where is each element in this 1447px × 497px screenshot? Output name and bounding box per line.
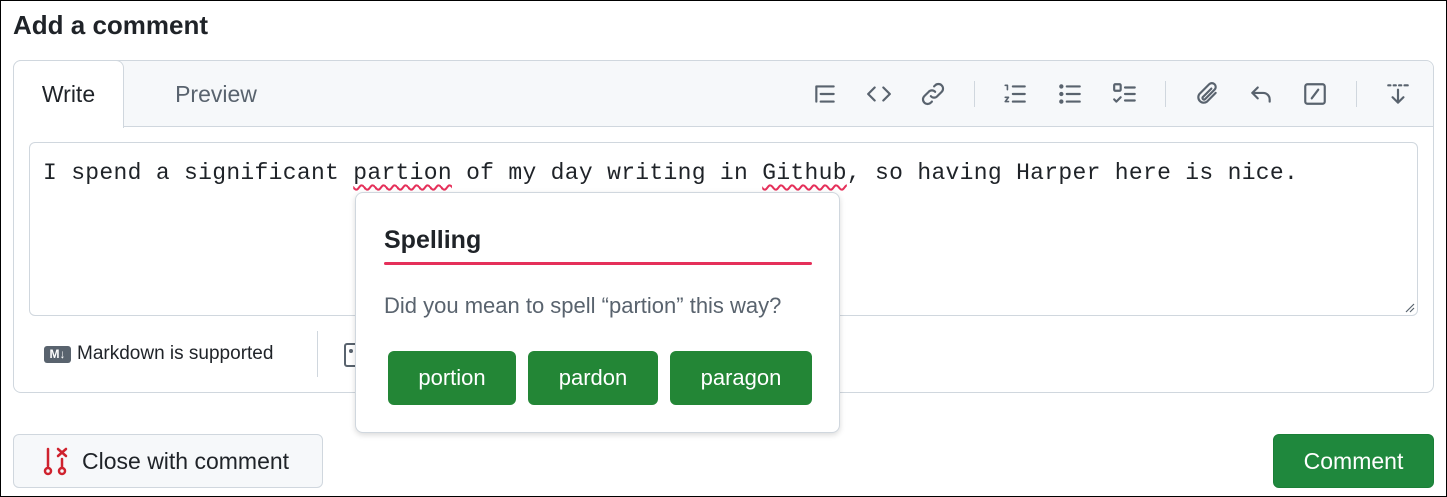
suggestion-button-paragon[interactable]: paragon: [670, 351, 812, 405]
popup-title-underline: [384, 262, 812, 265]
comment-text: I spend a significant partion of my day …: [43, 160, 1299, 186]
toolbar-divider: [1165, 81, 1166, 107]
popup-message: Did you mean to spell “partion” this way…: [384, 293, 782, 318]
reply-icon[interactable]: [1245, 78, 1277, 110]
editor-header: Write Preview: [13, 60, 1433, 128]
slash-commands-icon[interactable]: [1299, 78, 1331, 110]
code-icon[interactable]: [863, 78, 895, 110]
task-list-icon[interactable]: [1109, 78, 1141, 110]
markdown-label: Markdown is supported: [77, 343, 274, 364]
unordered-list-icon[interactable]: [1054, 78, 1086, 110]
markdown-supported-note[interactable]: M↓ Markdown is supported: [44, 343, 273, 365]
comment-button[interactable]: Comment: [1273, 434, 1434, 488]
spelling-popup: Spelling Did you mean to spell “partion”…: [355, 192, 840, 433]
toolbar-divider: [974, 81, 975, 107]
heading-icon[interactable]: [809, 78, 841, 110]
close-with-comment-label: Close with comment: [82, 447, 290, 474]
page-title: Add a comment: [13, 10, 209, 40]
toolbar-divider: [1356, 81, 1357, 107]
attach-icon[interactable]: [1191, 78, 1223, 110]
footer-divider: [317, 331, 318, 377]
markdown-icon: M↓: [44, 345, 71, 363]
tab-write[interactable]: Write: [13, 60, 124, 128]
popup-title: Spelling: [384, 226, 482, 254]
resize-handle-icon[interactable]: [1403, 301, 1415, 313]
link-icon[interactable]: [917, 78, 949, 110]
close-issue-icon: [43, 447, 68, 476]
close-with-comment-button[interactable]: Close with comment: [13, 434, 323, 488]
suggestion-button-pardon[interactable]: pardon: [528, 351, 658, 405]
tab-preview[interactable]: Preview: [136, 61, 296, 128]
misspelled-word-partion[interactable]: partion: [353, 160, 452, 186]
ordered-list-icon[interactable]: [999, 78, 1031, 110]
misspelled-word-github[interactable]: Github: [762, 160, 847, 186]
collapse-toolbar-icon[interactable]: [1382, 78, 1414, 110]
suggestion-button-portion[interactable]: portion: [388, 351, 516, 405]
